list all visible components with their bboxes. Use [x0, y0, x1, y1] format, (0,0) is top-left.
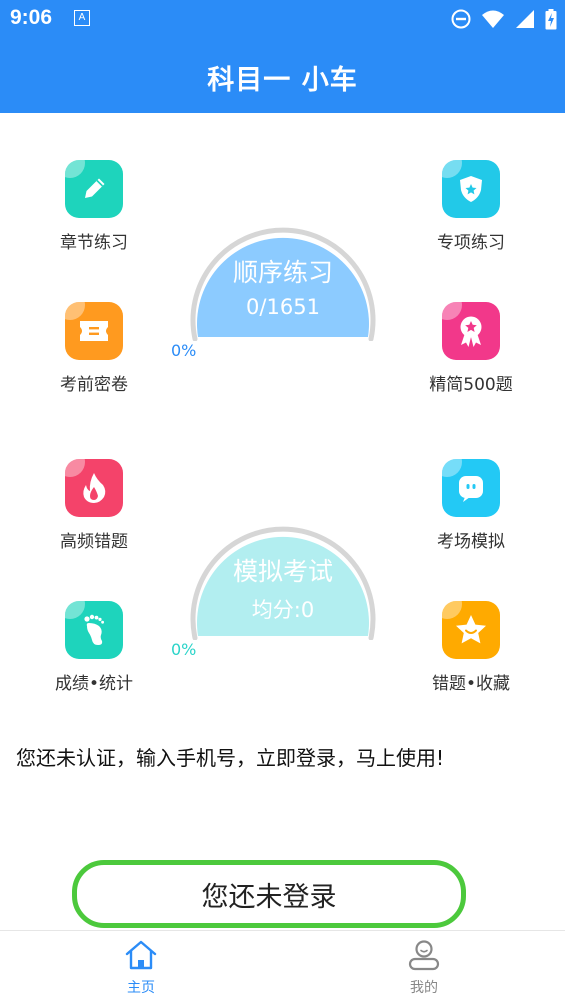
nav-mine-label: 我的: [410, 980, 438, 996]
login-button-label: 您还未登录: [201, 881, 337, 913]
nav-home[interactable]: 主页: [91, 939, 191, 997]
bottom-nav: 主页 我的: [0, 930, 565, 1005]
exam-simulation-button[interactable]: 考场模拟: [396, 459, 546, 552]
status-icons: [451, 8, 557, 30]
exam-percent: 0%: [171, 640, 197, 659]
sequential-practice-title: 顺序练习: [232, 258, 333, 287]
wifi-icon: [482, 10, 504, 28]
sequential-practice-gauge[interactable]: 顺序练习 0/1651: [190, 201, 376, 341]
chapter-practice-button[interactable]: 章节练习: [19, 160, 169, 253]
pencil-icon: [65, 160, 123, 218]
flame-icon: [65, 459, 123, 517]
exam-simulation-label: 考场模拟: [437, 532, 505, 552]
nav-mine[interactable]: 我的: [374, 939, 474, 997]
special-practice-button[interactable]: 专项练习: [396, 160, 546, 253]
ticket-icon: [65, 302, 123, 360]
user-icon: [408, 940, 440, 971]
mock-paper-button[interactable]: 考前密卷: [19, 302, 169, 395]
signal-icon: [516, 10, 534, 28]
frequent-wrong-button[interactable]: 高频错题: [19, 459, 169, 552]
login-notice: 您还未认证，输入手机号，立即登录，马上使用!: [16, 746, 445, 770]
award-icon: [442, 302, 500, 360]
mock-exam-title: 模拟考试: [232, 557, 333, 586]
page-title: 科目一 小车: [207, 65, 358, 96]
sequential-practice-progress: 0/1651: [246, 295, 320, 319]
star-icon: [442, 601, 500, 659]
notification-app-icon: A: [74, 10, 90, 26]
status-time: 9:06: [10, 6, 53, 29]
frequent-wrong-label: 高频错题: [60, 532, 128, 552]
do-not-disturb-icon: [451, 9, 471, 29]
nav-home-label: 主页: [127, 980, 155, 996]
practice-percent: 0%: [171, 341, 197, 360]
shield-icon: [442, 160, 500, 218]
battery-charging-icon: [545, 8, 557, 29]
app-bar: 科目一 小车: [0, 38, 565, 113]
chapter-practice-label: 章节练习: [60, 233, 128, 253]
mock-exam-score: 均分:0: [251, 598, 315, 622]
mock-paper-label: 考前密卷: [60, 375, 128, 395]
selected-500-button[interactable]: 精简500题: [396, 302, 546, 395]
wrong-favorites-label: 错题•收藏: [431, 674, 511, 694]
score-stats-button[interactable]: 成绩•统计: [19, 601, 169, 694]
chat-face-icon: [442, 459, 500, 517]
login-button[interactable]: 您还未登录: [72, 860, 466, 928]
selected-500-label: 精简500题: [429, 375, 513, 395]
special-practice-label: 专项练习: [437, 233, 505, 253]
home-icon: [125, 940, 157, 970]
status-bar: 9:06 A: [0, 0, 565, 38]
score-stats-label: 成绩•统计: [54, 674, 134, 694]
mock-exam-gauge[interactable]: 模拟考试 均分:0: [190, 500, 376, 640]
footprint-icon: [65, 601, 123, 659]
wrong-favorites-button[interactable]: 错题•收藏: [396, 601, 546, 694]
